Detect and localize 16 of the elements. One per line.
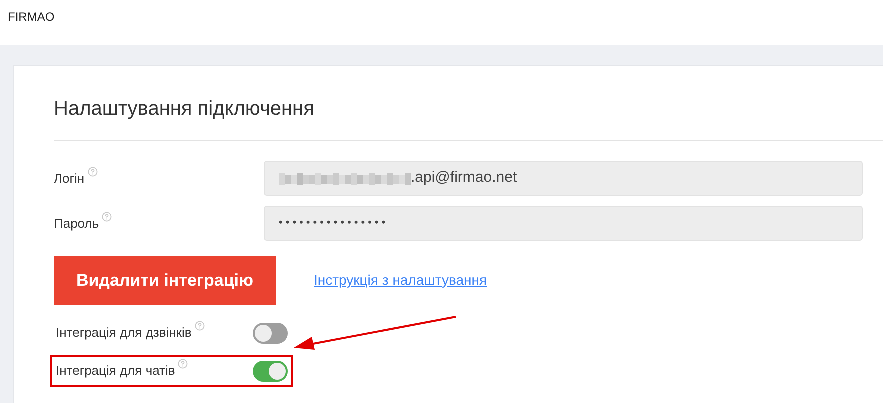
- help-icon[interactable]: [194, 321, 205, 332]
- help-icon[interactable]: [102, 212, 112, 222]
- field-label: Логін: [54, 170, 85, 188]
- delete-integration-button[interactable]: Видалити інтеграцію: [54, 256, 276, 305]
- card-title: Налаштування підключення: [54, 97, 316, 122]
- instruction-link[interactable]: Інструкція з налаштування: [314, 270, 488, 291]
- help-icon[interactable]: [88, 166, 98, 177]
- toggle-label: Інтеграція для дзвінків: [56, 324, 192, 342]
- input-field[interactable]: ••••••••••••••••: [264, 206, 863, 241]
- field-label: Пароль: [54, 214, 100, 233]
- toggle-label: Інтеграція для чатів: [56, 362, 176, 380]
- toggle-switch[interactable]: [253, 322, 288, 344]
- help-icon[interactable]: [178, 359, 188, 370]
- toggle-switch[interactable]: [253, 360, 288, 382]
- input-field[interactable]: .api@firmao.net: [264, 161, 863, 196]
- brand-name: FIRMAO: [8, 9, 55, 26]
